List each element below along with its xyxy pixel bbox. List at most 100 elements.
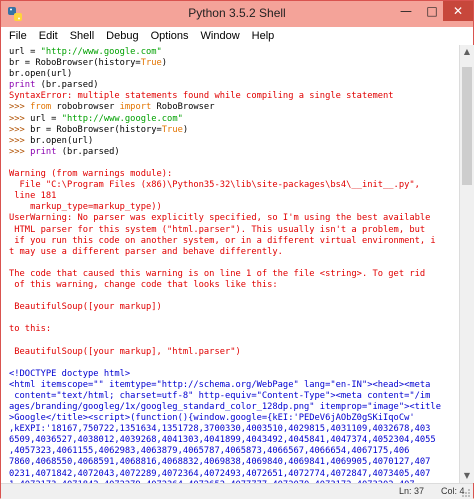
shell-line: url = "http://www.google.com" — [9, 47, 162, 57]
scroll-down-arrow[interactable]: ▼ — [460, 469, 474, 483]
shell-line-segment: Warning (from warnings module): — [9, 169, 173, 180]
shell-line-segment: of this warning, change code that looks … — [9, 279, 278, 290]
shell-line-segment: (br.parsed) — [35, 80, 99, 91]
shell-line-segment: br.open(url) — [30, 135, 94, 146]
shell-line-segment: (br.parsed) — [56, 146, 120, 157]
shell-output[interactable]: url = "http://www.google.com" br = RoboB… — [9, 47, 441, 483]
shell-line-segment: >Google</title><script>(function(){windo… — [9, 413, 415, 424]
shell-line-segment: <!DOCTYPE doctype html> — [9, 368, 131, 379]
shell-line-segment: True — [161, 124, 183, 135]
shell-line-segment: The code that caused this warning is on … — [9, 268, 426, 279]
shell-line: 7860,4068550,4068591,4068816,4068832,406… — [9, 457, 430, 467]
shell-line-segment: BeautifulSoup([your markup]) — [9, 302, 162, 313]
shell-line-segment: if you run this code on another system, … — [9, 235, 436, 246]
shell-line-segment: print — [30, 146, 57, 157]
shell-line-segment: br.open(url) — [9, 69, 73, 80]
menu-bar: File Edit Shell Debug Options Window Hel… — [1, 27, 473, 45]
shell-line-segment: line 181 — [9, 191, 57, 202]
shell-line-segment: HTML parser for this system ("html.parse… — [9, 224, 426, 235]
shell-line: Warning (from warnings module): — [9, 169, 172, 179]
vertical-scrollbar[interactable]: ▲ ▼ — [459, 45, 474, 483]
shell-line-segment: "http://www.google.com" — [40, 47, 162, 57]
menu-file[interactable]: File — [1, 30, 33, 42]
menu-edit[interactable]: Edit — [33, 30, 64, 42]
shell-line-segment: "http://www.google.com" — [61, 113, 183, 124]
shell-line: 6509,4036527,4038012,4039268,4041303,404… — [9, 435, 436, 445]
shell-line-segment: br = RoboBrowser(history= — [9, 58, 141, 69]
shell-line: t may use a different parser and behave … — [9, 247, 283, 257]
cursor-line: Ln: 37 — [399, 486, 425, 496]
shell-line-segment: SyntaxError: multiple statements found w… — [9, 91, 394, 102]
shell-line-segment: File "C:\Program Files (x86)\Python35-32… — [9, 180, 420, 191]
shell-line: line 181 — [9, 191, 56, 201]
shell-line-segment: >>> — [9, 113, 31, 124]
shell-line: File "C:\Program Files (x86)\Python35-32… — [9, 180, 420, 190]
shell-line-segment: t may use a different parser and behave … — [9, 246, 283, 257]
shell-line-segment: robobrowser — [51, 102, 120, 113]
shell-line: <!DOCTYPE doctype html> — [9, 369, 130, 379]
menu-debug[interactable]: Debug — [100, 30, 144, 42]
menu-help[interactable]: Help — [246, 30, 281, 42]
maximize-button[interactable]: □ — [419, 1, 445, 21]
shell-line-segment: <html itemscope="" itemtype="http://sche… — [9, 379, 431, 390]
shell-line-segment: ,4057323,4061155,4062983,4063879,4065787… — [9, 446, 410, 457]
shell-line: ,kEXPI:'18167,750722,1351634,1351728,370… — [9, 424, 430, 434]
shell-line-segment: 0231,4071842,4072043,4072289,4072364,407… — [9, 468, 431, 479]
shell-line-segment: ) — [182, 124, 189, 135]
shell-line-segment: to this: — [9, 324, 52, 335]
shell-line-segment: True — [140, 58, 162, 69]
shell-line: of this warning, change code that looks … — [9, 279, 278, 290]
shell-line-segment: >>> — [9, 146, 31, 157]
scroll-up-arrow[interactable]: ▲ — [460, 45, 474, 59]
shell-line: >>> print (br.parsed) — [9, 147, 120, 157]
menu-options[interactable]: Options — [145, 30, 195, 42]
shell-line-segment: >>> — [9, 102, 31, 113]
shell-line-segment: >>> — [9, 124, 31, 135]
shell-line: >>> br = RoboBrowser(history=True) — [9, 125, 188, 135]
shell-line: br = RoboBrowser(history=True) — [9, 58, 167, 68]
shell-line-segment: import — [119, 102, 152, 113]
shell-text-area[interactable]: url = "http://www.google.com" br = RoboB… — [1, 45, 459, 483]
status-bar: Ln: 37 Col: 4 — [1, 483, 473, 499]
scroll-thumb[interactable] — [462, 67, 472, 185]
title-bar[interactable]: Python 3.5.2 Shell — □ ✕ — [1, 1, 473, 27]
shell-line-segment: ) — [161, 58, 168, 69]
menu-window[interactable]: Window — [195, 30, 246, 42]
shell-line: to this: — [9, 324, 51, 334]
resize-grip-icon[interactable] — [461, 488, 471, 498]
shell-line-segment: markup_type=markup_type)) — [9, 202, 162, 213]
shell-line: 0231,4071842,4072043,4072289,4072364,407… — [9, 469, 430, 479]
shell-line: >>> url = "http://www.google.com" — [9, 114, 183, 124]
shell-line-segment: 7860,4068550,4068591,4068816,4068832,406… — [9, 457, 431, 468]
shell-line: <html itemscope="" itemtype="http://sche… — [9, 380, 430, 390]
shell-line: if you run this code on another system, … — [9, 235, 436, 246]
shell-line-segment: UserWarning: No parser was explicitly sp… — [9, 213, 431, 224]
shell-line: markup_type=markup_type)) — [9, 202, 162, 212]
shell-line: print (br.parsed) — [9, 80, 99, 90]
idle-shell-window: Python 3.5.2 Shell — □ ✕ File Edit Shell… — [0, 0, 474, 499]
shell-line: br.open(url) — [9, 69, 72, 79]
shell-line-segment: br = RoboBrowser(history= — [30, 124, 162, 135]
shell-line: >Google</title><script>(function(){windo… — [9, 413, 415, 423]
shell-line-segment: >>> — [9, 135, 31, 146]
shell-line-segment: BeautifulSoup([your markup], "html.parse… — [9, 346, 241, 357]
shell-line: SyntaxError: multiple statements found w… — [9, 91, 394, 101]
shell-line-segment: ages/branding/googleg/1x/googleg_standar… — [9, 402, 441, 412]
menu-shell[interactable]: Shell — [64, 30, 100, 42]
shell-line: The code that caused this warning is on … — [9, 269, 425, 279]
shell-line: >>> from robobrowser import RoboBrowser — [9, 102, 214, 112]
shell-line-segment: from — [30, 102, 52, 113]
shell-line-segment: url = — [9, 47, 41, 57]
shell-line: >>> br.open(url) — [9, 136, 93, 146]
shell-line: HTML parser for this system ("html.parse… — [9, 225, 425, 235]
shell-line: UserWarning: No parser was explicitly sp… — [9, 213, 430, 223]
shell-line: ,4057323,4061155,4062983,4063879,4065787… — [9, 446, 409, 456]
shell-line: BeautifulSoup([your markup]) — [9, 302, 162, 312]
close-button[interactable]: ✕ — [443, 1, 473, 21]
minimize-button[interactable]: — — [393, 1, 419, 21]
shell-line-segment: RoboBrowser — [151, 102, 215, 113]
shell-line-segment: url = — [30, 113, 62, 124]
shell-line-segment: 6509,4036527,4038012,4039268,4041303,404… — [9, 435, 436, 446]
shell-line-segment: ,kEXPI:'18167,750722,1351634,1351728,370… — [9, 424, 431, 435]
shell-line: BeautifulSoup([your markup], "html.parse… — [9, 347, 241, 357]
